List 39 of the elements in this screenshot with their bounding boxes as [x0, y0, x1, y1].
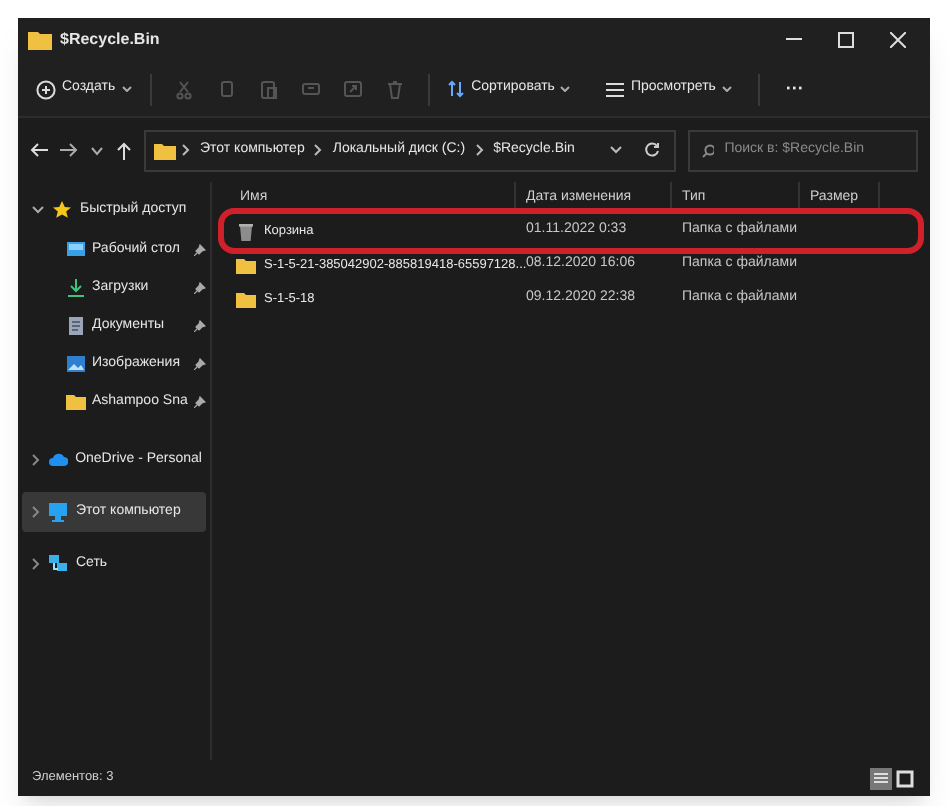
- monitor-icon: [48, 502, 68, 522]
- forward-icon[interactable]: [60, 142, 78, 158]
- up-icon[interactable]: [116, 141, 132, 159]
- trash-bin-icon: [236, 221, 256, 241]
- folder-icon: [28, 30, 52, 50]
- desktop-icon: [66, 240, 86, 260]
- caret-icon: [721, 86, 732, 92]
- refresh-icon[interactable]: [644, 142, 660, 158]
- sort-icon: [447, 80, 466, 98]
- download-icon: [66, 278, 86, 298]
- folder-icon: [154, 141, 176, 159]
- plus-circle-icon: [36, 79, 56, 99]
- chevron-down-icon[interactable]: [32, 206, 44, 214]
- chevron-right-icon: [314, 144, 323, 156]
- search-icon: [702, 143, 715, 157]
- chevron-right-icon: [182, 144, 190, 156]
- tiles-view-icon[interactable]: [894, 767, 916, 789]
- list-icon: [606, 81, 625, 97]
- network-icon: [48, 554, 68, 574]
- chevron-down-icon[interactable]: [90, 145, 104, 155]
- back-icon[interactable]: [30, 142, 48, 158]
- chevron-down-icon[interactable]: [610, 146, 622, 154]
- more-button[interactable]: ···: [779, 69, 810, 109]
- folder-icon: [66, 392, 86, 412]
- document-icon: [66, 316, 86, 336]
- image-icon: [66, 354, 86, 374]
- maximize-icon[interactable]: [838, 32, 854, 48]
- chevron-right-icon[interactable]: [32, 454, 40, 466]
- minimize-icon[interactable]: [786, 38, 802, 42]
- star-icon: [52, 200, 72, 220]
- details-view-icon[interactable]: [870, 767, 892, 789]
- caret-icon: [560, 86, 571, 92]
- close-icon[interactable]: [890, 32, 906, 48]
- window-title: $Recycle.Bin: [60, 28, 160, 52]
- chevron-right-icon[interactable]: [32, 506, 40, 518]
- cloud-icon: [47, 450, 68, 470]
- chevron-right-icon: [475, 144, 484, 156]
- caret-icon: [121, 86, 132, 92]
- chevron-right-icon[interactable]: [32, 558, 40, 570]
